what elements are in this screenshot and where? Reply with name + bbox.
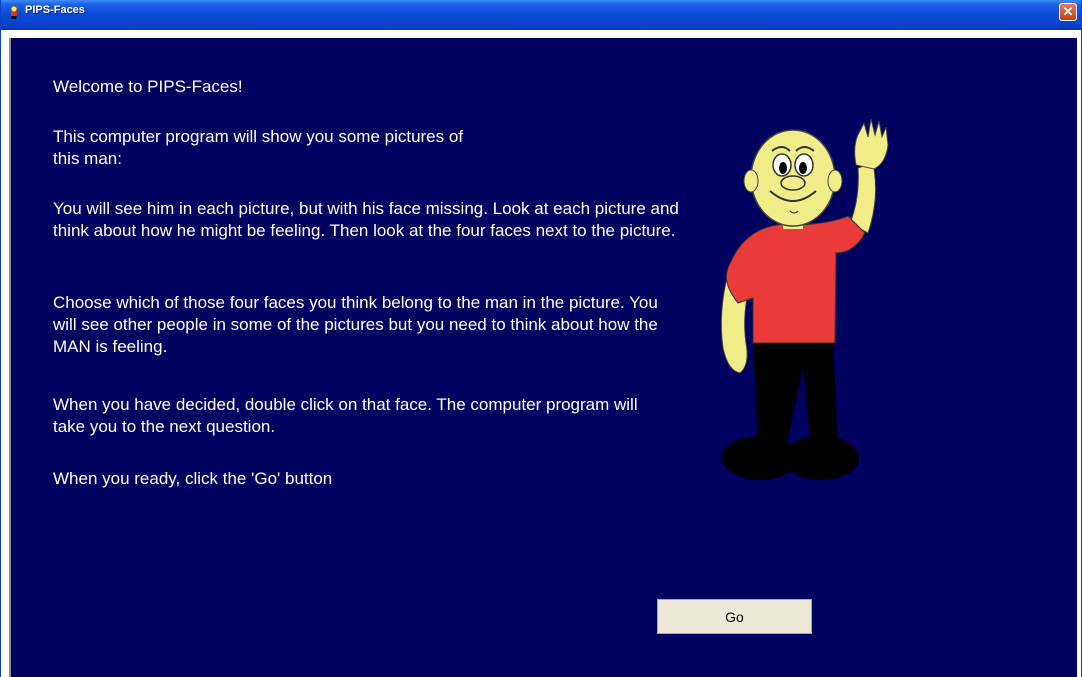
app-window: PIPS-Faces ✕ Welcome to PIPS-Faces! This… <box>0 0 1082 677</box>
choose-text: Choose which of those four faces you thi… <box>53 293 658 356</box>
close-button[interactable]: ✕ <box>1059 3 1077 21</box>
window-frame <box>1 30 1081 38</box>
intro-text: This computer program will show you some… <box>53 127 464 168</box>
waving-man-illustration <box>720 118 889 480</box>
title-bar[interactable]: PIPS-Faces ✕ <box>1 0 1081 30</box>
double-click-text: When you have decided, double click on t… <box>53 395 638 436</box>
main-panel: Welcome to PIPS-Faces! This computer pro… <box>9 38 1077 677</box>
ready-text: When you ready, click the 'Go' button <box>53 469 333 488</box>
app-icon <box>10 5 18 19</box>
face-missing-text: You will see him in each picture, but wi… <box>53 199 679 240</box>
go-button[interactable]: Go <box>657 599 812 634</box>
window-title: PIPS-Faces <box>25 4 85 16</box>
close-icon: ✕ <box>1062 4 1074 19</box>
welcome-text: Welcome to PIPS-Faces! <box>53 77 243 96</box>
